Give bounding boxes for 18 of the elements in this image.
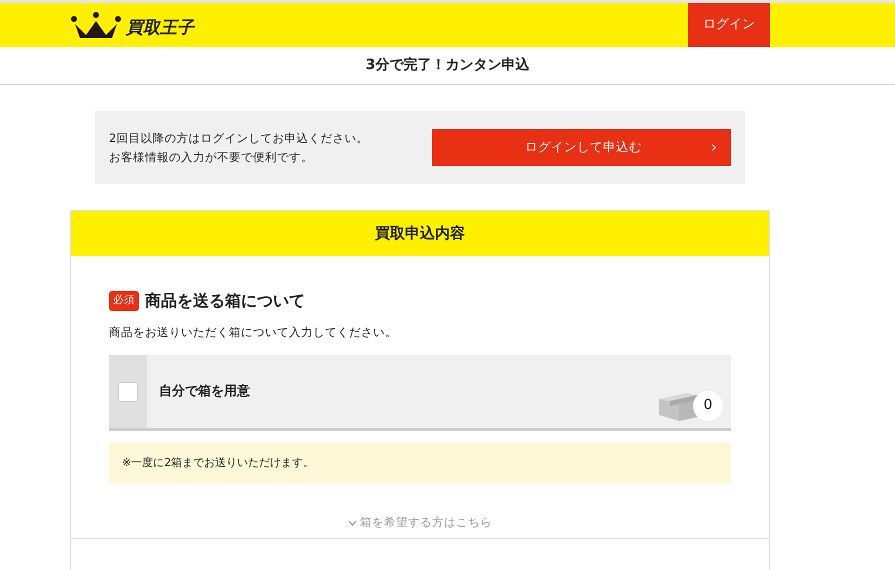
notice-text: 2回目以降の方はログインしてお申込ください。 (109, 130, 368, 146)
chevron-down-icon (348, 520, 357, 526)
section-heading: 商品を送る箱について (145, 290, 305, 312)
logo-text[interactable]: 買取王子 (126, 20, 194, 37)
login-button[interactable]: ログイン (688, 3, 770, 47)
required-badge: 必須 (109, 291, 139, 311)
option-label: 自分で箱を用意 (159, 382, 250, 401)
section-description: 商品をお送りいただく箱について入力してください。 (109, 324, 398, 341)
form-title: 買取申込内容 (375, 223, 465, 244)
notice-text: お客様情報の入力が不要で便利です。 (109, 148, 314, 166)
crown-icon (70, 11, 122, 39)
option-row[interactable]: 自分で箱を用意 0 (109, 355, 731, 432)
box-request-link[interactable]: 箱を希望する方はこちら (360, 514, 492, 532)
page-title: 3分で完了！カンタン申込 (366, 56, 530, 75)
box-count: 0 (693, 390, 723, 421)
checkbox[interactable] (118, 382, 138, 402)
login-apply-button[interactable]: ログインして申込む › (432, 129, 731, 166)
note-text: ※一度に2箱までお送りいただけます。 (122, 455, 314, 471)
